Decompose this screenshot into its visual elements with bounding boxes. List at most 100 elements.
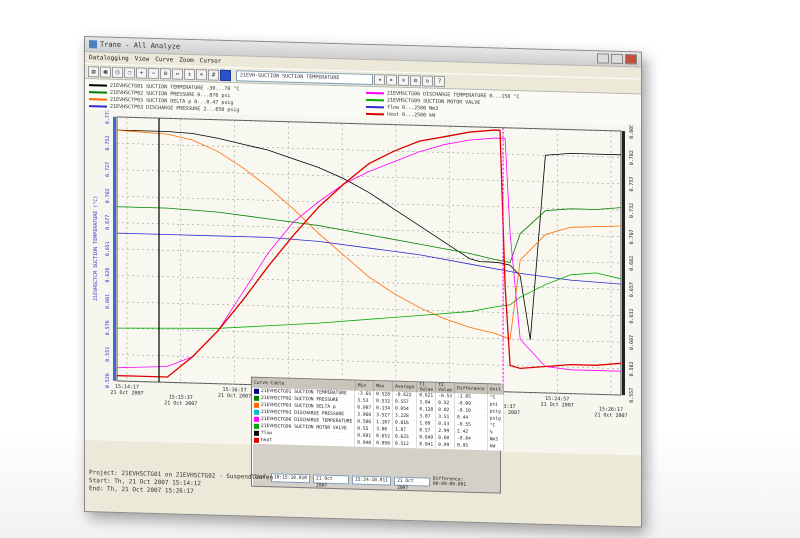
right-tick-label: 0.805 [629,124,635,139]
help-icon[interactable]: ? [434,75,445,87]
legend-swatch [89,90,107,94]
curve-name-cell: heat [252,436,356,447]
app-icon [89,40,97,49]
t2-time-field[interactable]: 15:24:10.011 [351,474,392,486]
cursor-right-icon[interactable]: ▸ [386,73,397,86]
cursor-icon[interactable]: ⌖ [196,68,207,80]
time-bar: Time: 10:15:10.010 21 Oct 2007 15:24:10.… [254,472,498,491]
zoom-fit-icon[interactable]: ⊡ [160,67,171,79]
legend-swatch [366,112,384,115]
curve-color-box [254,437,259,443]
left-axis-bar [113,116,116,381]
left-tick-label: 0.727 [105,162,111,177]
right-tick-label: 0.582 [629,361,635,376]
x-tick-date: 21 Oct 2007 [218,393,251,400]
right-tick-label: 0.782 [629,150,635,165]
curve-color-box [254,409,259,415]
menu-view[interactable]: View [135,55,149,62]
refresh-icon[interactable]: ↻ [422,74,433,87]
project-info: Project: 21EVHSCTG01 on 21EVHSCTG02 - Su… [89,469,273,498]
right-axis-ticks: 0.805 0.782 0.757 0.732 0.707 0.682 0.657 0.632… [629,124,635,403]
grid-icon[interactable]: # [208,68,219,81]
curve-name: flow [261,430,273,437]
close-button[interactable] [625,54,637,65]
value-cell: 0.998 [373,440,393,448]
open-icon[interactable]: ▤ [88,65,99,77]
left-tick-label: 0.576 [105,320,111,335]
cursor-values-table: Curve-table Min Max Average t1 Value t2 … [251,376,504,494]
left-tick-label: 0.526 [105,373,111,388]
curve-name: heat [261,437,273,444]
left-tick-label: 0.551 [105,347,111,362]
menu-zoom[interactable]: Zoom [179,57,193,64]
curve-color-box [254,416,259,422]
col-header: Average [392,381,417,393]
print-icon[interactable]: ⎙ [112,66,123,78]
copy-icon[interactable]: ❐ [124,66,135,78]
value-cell: 0.041 [416,441,436,449]
col-header: t2 Value [435,382,455,394]
curve-select-dropdown[interactable]: 21EVH-SUCTION SUCTION TEMPERATURE [236,69,373,85]
col-header: t1 Value [416,382,436,393]
curve-color-box [254,402,259,408]
legend-label: heat 0...2500 kW [387,110,436,119]
marker-icon[interactable]: ✕ [398,74,409,86]
curve-color-box [254,423,259,429]
left-axis-ticks: 0.777 0.752 0.727 0.702 0.677 0.651 0.626 0.601… [105,109,111,388]
value-cell: 0.95 [454,442,488,451]
col-header: Min [355,380,374,392]
cursor-left-icon[interactable]: ◂ [374,73,385,85]
legend-swatch [366,98,384,101]
left-tick-label: 0.702 [105,188,111,203]
minimize-button[interactable] [597,53,609,64]
t1-date-field[interactable]: 21 Oct 2007 [313,473,349,488]
legend-swatch [89,97,107,101]
right-tick-label: 0.732 [629,203,635,218]
window-title: Trane - All Analyze [100,40,181,51]
legend-swatch [89,83,107,87]
legend-swatch [89,104,107,108]
menu-cursor[interactable]: Cursor [200,57,222,65]
value-cell: kW [487,443,504,451]
zoom-x-icon[interactable]: ↔ [172,67,183,80]
value-cell: 0.040 [355,439,374,448]
maximize-button[interactable] [611,53,623,65]
curve-color-box [254,388,259,394]
left-tick-label: 0.752 [105,135,111,150]
application-window: Trane - All Analyze Datalogging View Cur… [84,36,642,528]
curve-color-icon[interactable] [220,69,231,81]
left-tick-label: 0.601 [105,294,111,309]
stage: Trane - All Analyze Datalogging View Cur… [0,0,800,538]
right-tick-label: 0.757 [629,176,635,191]
curve-color-box [254,430,259,436]
zoom-in-icon[interactable]: + [136,66,147,79]
menu-datalogging[interactable]: Datalogging [89,54,129,62]
right-tick-label: 0.707 [629,229,635,244]
left-tick-label: 0.677 [105,215,111,230]
x-tick-date: 21 Oct 2007 [594,412,627,419]
value-cell: 0.99 [435,441,455,450]
x-tick-date: 21 Oct 2007 [541,402,574,409]
value-cell: 0.512 [392,440,417,449]
right-tick-label: 0.632 [629,308,635,323]
plot-area[interactable]: 0.777 0.752 0.727 0.702 0.677 0.651 0.626 0.601… [85,109,641,494]
t2-date-field[interactable]: 21 Oct 2007 [394,476,430,491]
settings-icon[interactable]: ⚙ [410,74,421,86]
menu-curve[interactable]: Curve [155,56,173,64]
right-tick-label: 0.607 [629,335,635,350]
right-tick-label: 0.557 [629,388,635,403]
zoom-out-icon[interactable]: − [148,67,159,79]
x-tick-date: 21 Oct 2007 [164,400,197,407]
left-tick-label: 0.626 [105,267,111,282]
x-tick-date: 21 Oct 2007 [110,390,143,397]
col-header: Unit [487,384,504,395]
right-tick-label: 0.657 [629,282,635,297]
right-tick-label: 0.682 [629,256,635,271]
left-tick-label: 0.777 [105,110,111,124]
t1-time-field[interactable]: 10:15:10.010 [270,472,311,483]
save-icon[interactable]: ▣ [100,65,111,78]
curve-color-box [254,395,259,401]
col-header: Max [373,381,393,392]
difference-label: Difference: 00:09:00.001 [432,476,467,488]
zoom-y-icon[interactable]: ↕ [184,68,195,80]
